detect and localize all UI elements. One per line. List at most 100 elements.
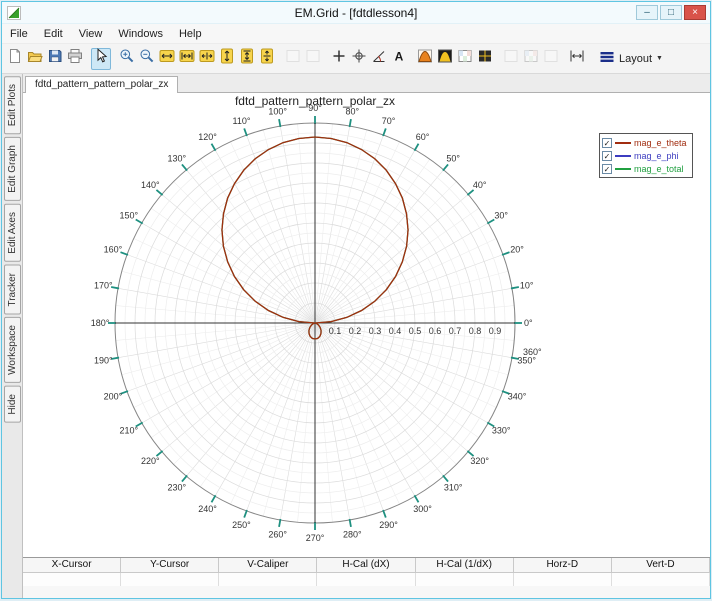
angle-label: 290° xyxy=(379,520,398,530)
menu-view[interactable]: View xyxy=(71,26,111,42)
legend: ✓ mag_e_theta ✓ mag_e_phi ✓ mag_e_total xyxy=(599,133,693,178)
status-cell-horz-d xyxy=(513,573,612,586)
span-horizontal-button[interactable] xyxy=(177,48,197,70)
angle-label: 160° xyxy=(104,245,123,255)
colormap-dark-icon xyxy=(437,48,453,69)
sidebar-tab-edit-graph[interactable]: Edit Graph xyxy=(3,137,21,202)
span-vertical-button[interactable] xyxy=(237,48,257,70)
status-header-row: X-Cursor Y-Cursor V-Caliper H-Cal (dX) H-Cal… xyxy=(23,558,710,573)
sidebar-tab-hide[interactable]: Hide xyxy=(3,386,21,423)
angle-label: 280° xyxy=(343,530,362,540)
angle-label: 240° xyxy=(198,504,217,514)
window-controls: – □ × xyxy=(636,5,706,20)
text-annotation-button[interactable]: A xyxy=(389,48,409,70)
document-tab[interactable]: fdtd_pattern_pattern_polar_zx xyxy=(25,76,179,93)
zoom-out-icon xyxy=(139,48,155,69)
caliper-tool-button[interactable] xyxy=(369,48,389,70)
tool-a-button xyxy=(283,48,303,70)
menu-help[interactable]: Help xyxy=(171,26,210,42)
select-tool-button[interactable] xyxy=(91,47,111,70)
status-cell-v-caliper xyxy=(219,573,318,586)
caret-down-icon: ▼ xyxy=(656,55,663,62)
zoom-in-icon xyxy=(119,48,135,69)
blank-icon xyxy=(543,48,559,69)
menu-file[interactable]: File xyxy=(2,26,36,42)
open-folder-icon xyxy=(27,48,43,69)
new-page-icon xyxy=(7,48,23,69)
status-col-v-caliper: V-Caliper xyxy=(219,558,318,573)
sidebar-tab-tracker[interactable]: Tracker xyxy=(3,264,21,315)
grid-pattern-button[interactable] xyxy=(455,48,475,70)
zoom-out-button[interactable] xyxy=(137,48,157,70)
title-bar[interactable]: EM.Grid - [fdtdlesson4] – □ × xyxy=(2,2,710,24)
new-file-button[interactable] xyxy=(5,48,25,70)
v-arrows-bar-icon xyxy=(239,48,255,69)
zoom-in-button[interactable] xyxy=(117,48,137,70)
expand-vertical-button[interactable] xyxy=(217,48,237,70)
radius-label: 0.6 xyxy=(429,326,442,336)
h-arrows-bar-icon xyxy=(179,48,195,69)
status-bar: X-Cursor Y-Cursor V-Caliper H-Cal (dX) H-Cal… xyxy=(23,557,710,586)
sidebar-tab-workspace[interactable]: Workspace xyxy=(3,317,21,384)
print-button[interactable] xyxy=(65,48,85,70)
fit-horizontal-button[interactable] xyxy=(197,48,217,70)
tool-b-button xyxy=(303,48,323,70)
angle-label: 0° xyxy=(524,318,533,328)
tool-d-button xyxy=(521,48,541,70)
menu-edit[interactable]: Edit xyxy=(36,26,71,42)
colormap-button[interactable] xyxy=(415,48,435,70)
status-cell-h-cal-dx xyxy=(317,573,416,586)
v-fit-icon xyxy=(259,48,275,69)
layout-dropdown[interactable]: Layout ▼ xyxy=(593,47,669,70)
colormap-dark-button[interactable] xyxy=(435,48,455,70)
radius-label: 0.9 xyxy=(489,326,502,336)
angle-label: 120° xyxy=(198,132,217,142)
legend-checkbox-mag-e-phi[interactable]: ✓ xyxy=(602,150,612,161)
radius-label: 0.1 xyxy=(329,326,342,336)
minimize-button[interactable]: – xyxy=(636,5,658,20)
sidebar-tab-edit-axes[interactable]: Edit Axes xyxy=(3,204,21,262)
angle-icon xyxy=(371,48,387,69)
chart-title: fdtd_pattern_pattern_polar_zx xyxy=(235,94,395,108)
app-window: EM.Grid - [fdtdlesson4] – □ × File Edit View… xyxy=(1,1,711,599)
save-file-button[interactable] xyxy=(45,48,65,70)
legend-line-swatch xyxy=(615,141,631,144)
angle-label: 190° xyxy=(94,355,113,365)
h-distance-button[interactable] xyxy=(567,48,587,70)
radius-label: 0.4 xyxy=(389,326,402,336)
angle-label: 220° xyxy=(141,456,160,466)
checker-color-icon xyxy=(457,48,473,69)
sidebar-tab-edit-plots[interactable]: Edit Plots xyxy=(3,76,21,135)
expand-horizontal-button[interactable] xyxy=(157,48,177,70)
maximize-button[interactable]: □ xyxy=(660,5,682,20)
angle-label: 30° xyxy=(494,211,508,221)
add-cursor-button[interactable] xyxy=(329,48,349,70)
status-cell-x-cursor xyxy=(23,573,122,586)
angle-label: 110° xyxy=(232,116,250,126)
legend-label: mag_e_total xyxy=(634,163,684,174)
legend-checkbox-mag-e-theta[interactable]: ✓ xyxy=(602,137,612,148)
window-title: EM.Grid - [fdtdlesson4] xyxy=(294,5,418,20)
status-col-horz-d: Horz-D xyxy=(513,558,612,573)
angle-label: 230° xyxy=(167,483,186,493)
h-fit-icon xyxy=(199,48,215,69)
fit-vertical-button[interactable] xyxy=(257,48,277,70)
status-cell-h-cal-1-dx xyxy=(415,573,514,586)
sidebar: Edit Plots Edit Graph Edit Axes Tracker Work… xyxy=(2,74,23,598)
plus-icon xyxy=(331,48,347,69)
open-file-button[interactable] xyxy=(25,48,45,70)
tracker-tool-button[interactable] xyxy=(349,48,369,70)
close-button[interactable]: × xyxy=(684,5,706,20)
grid-pattern-dark-button[interactable] xyxy=(475,48,495,70)
legend-line-swatch xyxy=(615,167,631,170)
status-col-x-cursor: X-Cursor xyxy=(23,558,122,573)
blank-icon xyxy=(305,48,321,69)
status-cell-vert-d xyxy=(611,573,710,586)
menu-windows[interactable]: Windows xyxy=(110,26,171,42)
angle-label: 20° xyxy=(510,245,524,255)
legend-checkbox-mag-e-total[interactable]: ✓ xyxy=(602,163,612,174)
layout-lines-icon xyxy=(599,49,615,68)
angle-label: 40° xyxy=(473,180,487,190)
radius-labels: 0.1 0.2 0.3 0.4 0.5 0.6 0.7 0.8 0.9 xyxy=(329,326,502,336)
save-icon xyxy=(47,48,63,69)
